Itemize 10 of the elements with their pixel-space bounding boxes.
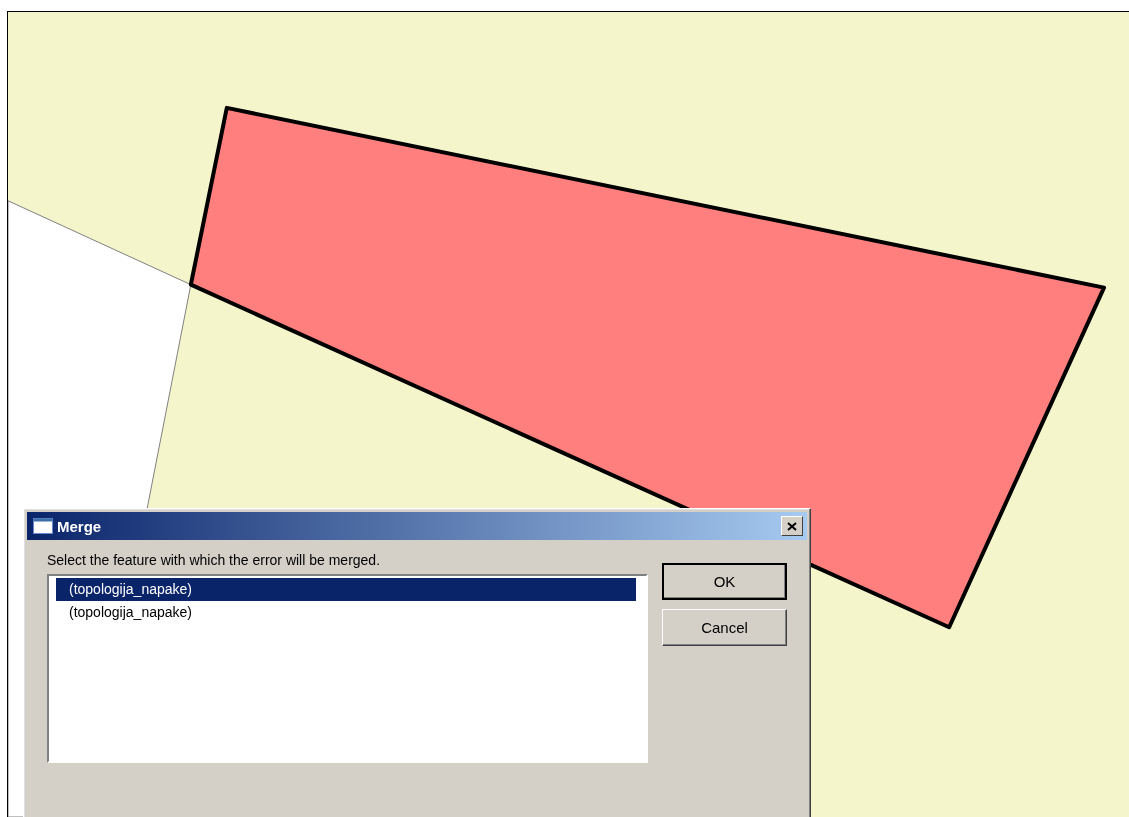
feature-item[interactable]: (topologija_napake): [56, 578, 636, 601]
close-button[interactable]: [781, 516, 803, 536]
window-icon: [33, 518, 53, 534]
ok-button[interactable]: OK: [662, 563, 787, 600]
cancel-button[interactable]: Cancel: [662, 609, 787, 646]
dialog-message: Select the feature with which the error will be merged.: [47, 552, 382, 568]
dialog-title: Merge: [57, 517, 103, 535]
close-icon: [787, 521, 797, 531]
feature-item[interactable]: (topologija_napake): [56, 601, 636, 624]
map-canvas[interactable]: Merge Select the feature with which the error will be merged. (topologija_napake) (topologija_napake) OK Cancel: [7, 11, 1129, 817]
